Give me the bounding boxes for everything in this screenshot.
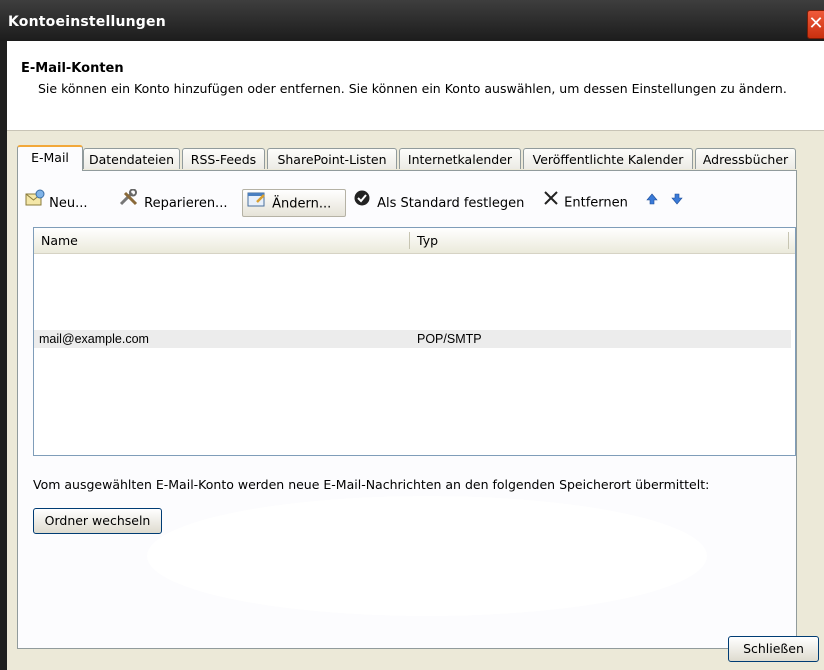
account-name-cell: mail@example.com (39, 332, 149, 346)
move-up-button[interactable] (645, 189, 661, 217)
header-title: E-Mail-Konten (21, 61, 124, 76)
tab-rss-feeds[interactable]: RSS-Feeds (182, 148, 265, 169)
close-dialog-button[interactable]: Schließen (728, 636, 819, 662)
close-window-button[interactable]: ✕ (807, 10, 824, 39)
redacted-area (147, 496, 707, 616)
remove-icon (542, 189, 560, 217)
column-header-name[interactable]: Name (41, 228, 78, 253)
header-description: Sie können ein Konto hinzufügen oder ent… (38, 81, 787, 96)
close-icon: ✕ (808, 13, 824, 34)
dialog-window: Kontoeinstellungen ✕ E-Mail-Konten Sie k… (0, 0, 824, 670)
remove-label: Entfernen (564, 195, 628, 211)
tools-icon (118, 188, 140, 218)
set-default-button[interactable]: Als Standard festlegen (353, 189, 531, 217)
remove-button[interactable]: Entfernen (542, 189, 637, 217)
table-row[interactable]: mail@example.com POP/SMTP (34, 330, 791, 348)
tab-internetkalender[interactable]: Internetkalender (399, 148, 521, 169)
tab-sharepoint-listen[interactable]: SharePoint-Listen (267, 148, 397, 169)
new-account-button[interactable]: Neu... (25, 189, 105, 217)
arrow-up-icon (645, 189, 659, 217)
repair-label: Reparieren... (144, 196, 228, 211)
account-type-cell: POP/SMTP (417, 332, 482, 346)
checkmark-icon (353, 189, 373, 218)
window-title: Kontoeinstellungen (8, 14, 166, 30)
set-default-label: Als Standard festlegen (377, 196, 525, 211)
move-down-button[interactable] (670, 189, 686, 217)
column-divider[interactable] (409, 232, 410, 249)
tab-veroeffentlichte-kalender[interactable]: Veröffentlichte Kalender (523, 148, 693, 169)
tab-adressbuecher[interactable]: Adressbücher (695, 148, 796, 169)
accounts-list[interactable]: Name Typ mail@example.com POP/SMTP (33, 227, 796, 456)
delivery-location-text: Vom ausgewählten E-Mail-Konto werden neu… (33, 477, 710, 492)
change-button[interactable]: Ändern... (242, 189, 346, 217)
dialog-client-area: E-Mail-Konten Sie können ein Konto hinzu… (7, 41, 824, 670)
list-column-header: Name Typ (34, 228, 795, 254)
new-account-label: Neu... (49, 196, 88, 211)
tab-email[interactable]: E-Mail (17, 145, 83, 171)
title-bar[interactable]: Kontoeinstellungen ✕ (0, 0, 824, 41)
repair-button[interactable]: Reparieren... (118, 188, 238, 218)
new-mail-icon (25, 189, 45, 218)
arrow-down-icon (670, 189, 684, 217)
tab-datendateien[interactable]: Datendateien (83, 148, 180, 169)
change-folder-button[interactable]: Ordner wechseln (33, 508, 162, 534)
dialog-header: E-Mail-Konten Sie können ein Konto hinzu… (7, 41, 824, 131)
column-divider[interactable] (788, 232, 789, 249)
edit-settings-icon (246, 190, 268, 218)
change-label: Ändern... (272, 196, 332, 212)
column-header-type[interactable]: Typ (417, 228, 438, 253)
